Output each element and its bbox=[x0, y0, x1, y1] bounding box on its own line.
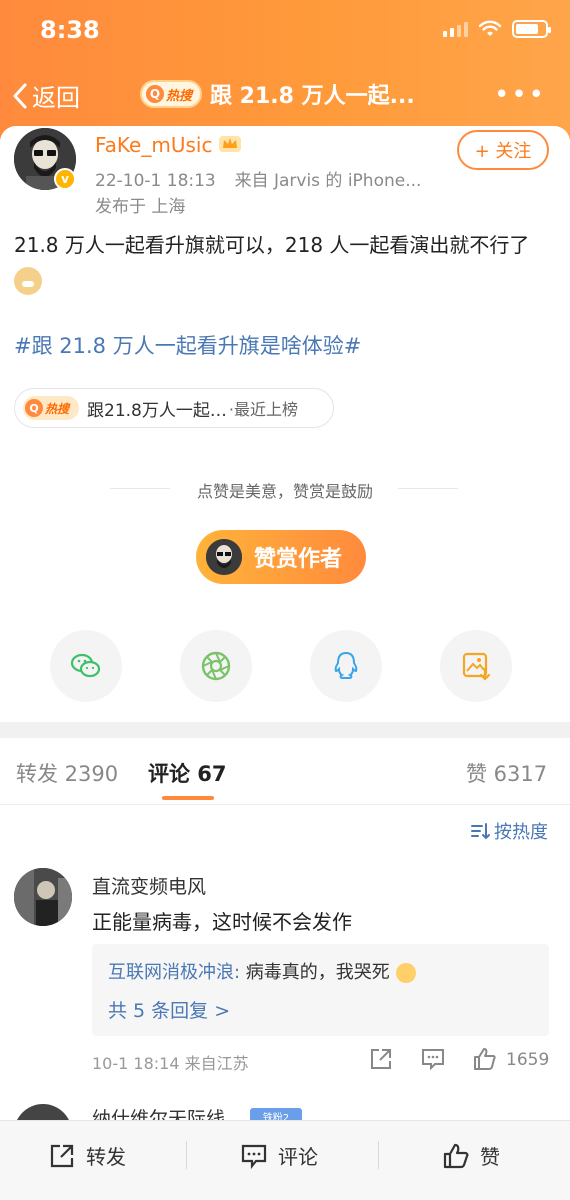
reward-caption: 点赞是美意，赞赏是鼓励 bbox=[196, 482, 373, 501]
reply-line: 互联网消极冲浪: 病毒真的，我哭死 bbox=[108, 958, 416, 984]
reward-label: 赞赏作者 bbox=[254, 547, 343, 572]
bottom-separator bbox=[186, 1141, 187, 1169]
tabs-divider bbox=[0, 804, 570, 805]
page-title[interactable]: 跟 21.8 万人一起... bbox=[210, 78, 415, 110]
hot-chip-subtext: ·最近上榜 bbox=[228, 400, 298, 419]
sort-by-hot-button[interactable]: 按热度 bbox=[470, 818, 548, 844]
share-wechat-button[interactable] bbox=[50, 630, 122, 702]
comment-button[interactable]: 评论 bbox=[240, 1141, 318, 1170]
repost-button[interactable]: 转发 bbox=[48, 1141, 126, 1170]
like-comment-icon[interactable] bbox=[472, 1046, 498, 1072]
repost-icon bbox=[50, 1144, 74, 1167]
comment-label: 评论 bbox=[278, 1145, 318, 1169]
repost-label: 转发 bbox=[86, 1145, 126, 1169]
comment-like-count: 1659 bbox=[506, 1050, 550, 1070]
status-icons bbox=[443, 20, 551, 38]
like-label: 赞 bbox=[480, 1145, 500, 1169]
back-button[interactable]: 返回 bbox=[10, 78, 80, 113]
active-tab-indicator bbox=[162, 796, 214, 800]
section-separator bbox=[0, 722, 570, 738]
sad-emoji-icon bbox=[395, 963, 416, 983]
hot-chip-badge-label: 热搜 bbox=[45, 401, 70, 416]
share-qq-button[interactable] bbox=[310, 630, 382, 702]
tab-comments[interactable]: 评论 67 bbox=[148, 758, 227, 788]
post-location: 发布于 上海 bbox=[95, 197, 186, 217]
verified-badge-icon: v bbox=[54, 168, 76, 190]
moments-icon bbox=[201, 651, 231, 681]
post-body: 21.8 万人一起看升旗就可以，218 人一起看演出就不行了 bbox=[14, 233, 530, 257]
doge-emoji-icon bbox=[14, 266, 42, 295]
hot-search-badge[interactable]: Q 热搜 bbox=[140, 80, 202, 108]
like-icon bbox=[443, 1143, 469, 1168]
share-comment-icon[interactable] bbox=[368, 1046, 394, 1072]
hot-chip-text: 跟21.8万人一起… bbox=[87, 400, 227, 421]
hot-chip-badge: Q 热搜 bbox=[23, 396, 79, 420]
hot-badge-label: 热搜 bbox=[166, 88, 193, 104]
tab-repost[interactable]: 转发 2390 bbox=[16, 758, 118, 788]
reply-text: 病毒真的，我哭死 bbox=[240, 962, 396, 983]
reply-comment-icon[interactable] bbox=[420, 1046, 446, 1072]
comment-text: 正能量病毒，这时候不会发作 bbox=[92, 910, 352, 934]
search-icon: Q bbox=[146, 85, 164, 103]
reward-author-button[interactable]: 赞赏作者 bbox=[196, 530, 366, 584]
hashtag-link[interactable]: #跟 21.8 万人一起看升旗是啥体验# bbox=[14, 330, 361, 360]
save-image-icon bbox=[462, 652, 491, 681]
commenter-name[interactable]: 直流变频电风 bbox=[92, 872, 206, 899]
back-label: 返回 bbox=[32, 84, 80, 112]
view-replies-link[interactable]: 共 5 条回复 > bbox=[108, 996, 230, 1023]
commenter-avatar[interactable] bbox=[14, 868, 72, 926]
search-icon: Q bbox=[25, 399, 43, 417]
comment-meta: 10-1 18:14 来自江苏 bbox=[92, 1054, 249, 1073]
battery-icon bbox=[512, 20, 551, 38]
signal-icon bbox=[443, 21, 468, 37]
vip-crown-icon bbox=[219, 136, 241, 152]
chevron-left-icon bbox=[13, 83, 27, 108]
post-text: 21.8 万人一起看升旗就可以，218 人一起看演出就不行了 bbox=[14, 228, 559, 296]
top-header: 8:38 返回 Q 热搜 跟 21.8 万人一起... ••• bbox=[0, 0, 570, 140]
more-button[interactable]: ••• bbox=[494, 80, 546, 110]
share-moments-button[interactable] bbox=[180, 630, 252, 702]
post-time: 22-10-1 18:13 bbox=[95, 171, 216, 191]
wifi-icon bbox=[478, 20, 502, 36]
sort-icon bbox=[471, 823, 490, 840]
author-name[interactable]: FaKe_mUsic bbox=[95, 133, 212, 157]
wechat-icon bbox=[70, 653, 101, 678]
qq-icon bbox=[334, 651, 358, 679]
status-time: 8:38 bbox=[40, 16, 100, 44]
tab-likes[interactable]: 赞 6317 bbox=[466, 758, 547, 788]
reply-username[interactable]: 互联网消极冲浪: bbox=[108, 962, 240, 983]
author-mini-avatar bbox=[206, 539, 242, 575]
hot-topic-chip[interactable]: Q 热搜 跟21.8万人一起… ·最近上榜 bbox=[14, 388, 334, 428]
post-source: 来自 Jarvis 的 iPhone... bbox=[234, 171, 422, 191]
like-button[interactable]: 赞 bbox=[442, 1141, 500, 1170]
bottom-action-bar: 转发 评论 赞 bbox=[0, 1120, 570, 1200]
bottom-separator bbox=[378, 1141, 379, 1169]
comment-icon bbox=[241, 1144, 267, 1169]
sort-label: 按热度 bbox=[494, 822, 548, 843]
post-meta: 22-10-1 18:13 来自 Jarvis 的 iPhone... bbox=[95, 166, 421, 191]
follow-button[interactable]: + 关注 bbox=[457, 130, 549, 170]
save-image-button[interactable] bbox=[440, 630, 512, 702]
